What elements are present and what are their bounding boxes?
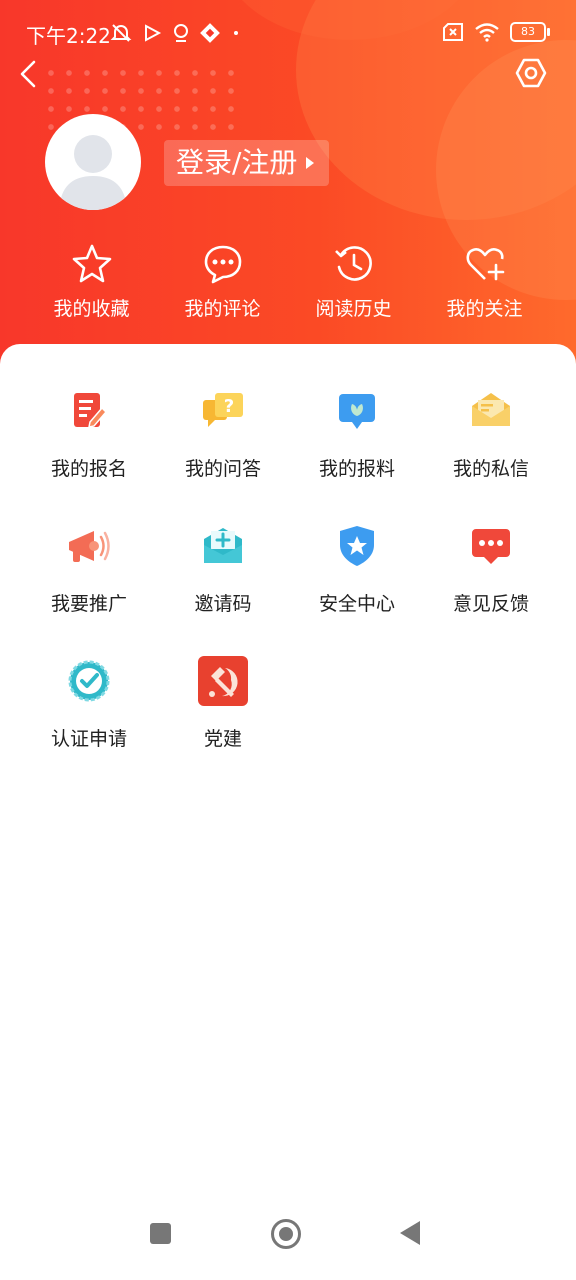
grid-item-verify[interactable]: 认证申请 — [22, 656, 156, 751]
services-panel: 我的报名 ? 我的问答 我的报料 我的私信 我要推广 邀请码 安全中心 意见反馈… — [0, 344, 576, 1280]
grid-label: 安全中心 — [318, 593, 395, 615]
play-icon — [145, 24, 162, 42]
quick-label: 我的评论 — [184, 298, 261, 320]
svg-text:?: ? — [224, 396, 234, 417]
settings-hex-icon[interactable] — [514, 56, 548, 90]
grid-label: 我的报料 — [318, 458, 395, 480]
mute-bell-icon — [110, 24, 132, 42]
shield-icon — [340, 526, 374, 566]
message-icon — [472, 393, 510, 426]
login-register-button[interactable]: 登录/注册 — [164, 140, 330, 186]
quick-comments[interactable]: 我的评论 — [157, 242, 288, 321]
system-nav-bar — [0, 1200, 576, 1280]
invite-code-icon — [204, 528, 242, 563]
no-sim-icon — [443, 23, 463, 41]
default-avatar-icon — [59, 135, 127, 210]
star-icon — [72, 244, 111, 283]
avatar[interactable] — [45, 114, 141, 210]
battery-icon: 83 — [510, 22, 550, 42]
grid-item-report[interactable]: 我的报料 — [290, 386, 424, 481]
grid-label: 邀请码 — [194, 593, 252, 615]
grid-label: 我要推广 — [50, 593, 127, 615]
quick-following[interactable]: 我的关注 — [419, 242, 550, 321]
grid-label: 我的报名 — [50, 458, 127, 480]
quick-favorites[interactable]: 我的收藏 — [26, 242, 157, 321]
grid-item-invite-code[interactable]: 邀请码 — [156, 521, 290, 616]
heart-plus-icon — [466, 248, 504, 281]
location-icon — [174, 24, 188, 42]
wifi-icon — [475, 23, 499, 42]
grid-item-feedback[interactable]: 意见反馈 — [424, 521, 558, 616]
grid-item-security[interactable]: 安全中心 — [290, 521, 424, 616]
party-icon — [198, 656, 248, 706]
services-grid: 我的报名 ? 我的问答 我的报料 我的私信 我要推广 邀请码 安全中心 意见反馈… — [22, 386, 558, 751]
grid-label: 意见反馈 — [452, 593, 529, 615]
qa-icon: ? — [203, 393, 243, 427]
grid-label: 认证申请 — [50, 728, 127, 750]
quick-history[interactable]: 阅读历史 — [288, 242, 419, 321]
status-bar: 下午2:22 83 — [0, 18, 576, 52]
quick-label: 我的关注 — [446, 298, 523, 320]
quick-actions: 我的收藏 我的评论 阅读历史 我的关注 — [0, 242, 576, 321]
triangle-right-icon — [306, 157, 315, 169]
quick-label: 阅读历史 — [315, 298, 392, 320]
report-icon — [339, 394, 375, 429]
grid-label: 我的问答 — [184, 458, 261, 480]
back-icon[interactable] — [14, 58, 46, 90]
grid-item-qa[interactable]: ? 我的问答 — [156, 386, 290, 481]
signup-icon — [74, 393, 108, 428]
grid-item-party[interactable]: 党建 — [156, 656, 290, 751]
comment-icon — [204, 245, 241, 284]
feedback-icon — [472, 529, 510, 564]
grid-item-message[interactable]: 我的私信 — [424, 386, 558, 481]
grid-item-signup[interactable]: 我的报名 — [22, 386, 156, 481]
verify-icon — [68, 660, 110, 702]
quick-label: 我的收藏 — [53, 298, 130, 320]
grid-label: 党建 — [203, 728, 242, 750]
status-time: 下午2:22 — [26, 24, 111, 48]
history-icon — [334, 246, 372, 281]
grid-item-promote[interactable]: 我要推广 — [22, 521, 156, 616]
app-icon — [200, 23, 220, 43]
profile-header: 下午2:22 83 登录/注册 我的收藏 我的评论 阅读历史 我的关注 — [0, 0, 576, 380]
login-label: 登录/注册 — [176, 146, 298, 179]
back-nav-button[interactable] — [400, 1221, 420, 1245]
dot-icon — [234, 31, 238, 35]
home-button[interactable] — [271, 1219, 301, 1249]
megaphone-icon — [69, 531, 110, 562]
recent-apps-button[interactable] — [150, 1223, 171, 1244]
grid-label: 我的私信 — [452, 458, 529, 480]
